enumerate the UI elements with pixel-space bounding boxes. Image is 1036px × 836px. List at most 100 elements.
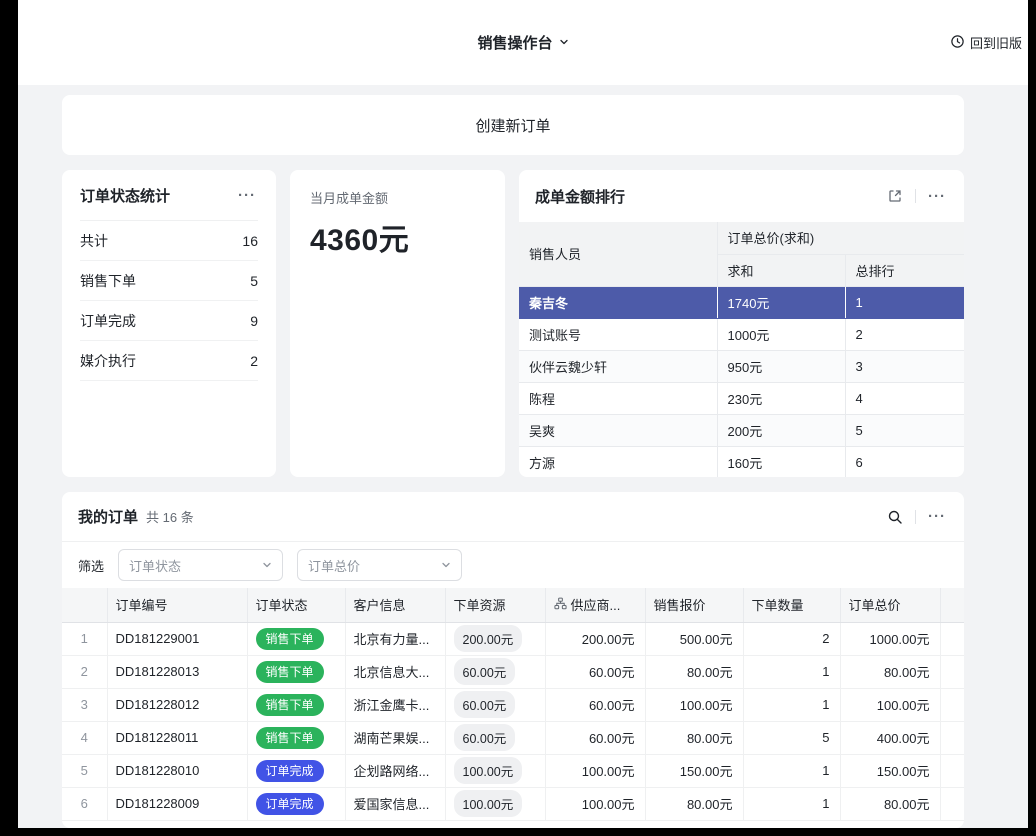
row-number: 1 — [62, 622, 107, 655]
status-row-complete[interactable]: 订单完成 9 — [80, 301, 258, 341]
person-sum: 950元 — [717, 350, 845, 382]
order-status-filter-select[interactable]: 订单状态 — [118, 549, 283, 581]
ranking-row: 秦吉冬 1740元 1 — [519, 286, 964, 318]
table-row[interactable]: 1 DD181229001 销售下单 北京有力量... 200.00元 200.… — [62, 622, 964, 655]
resource-tag: 100.00元 — [454, 757, 523, 784]
quote-cell: 500.00元 — [645, 622, 743, 655]
back-to-old-version-link[interactable]: 回到旧版 — [950, 0, 1022, 85]
orders-table: 订单编号 订单状态 客户信息 下单资源 供应商... — [62, 588, 964, 821]
table-row[interactable]: 4 DD181228011 销售下单 湖南芒果娱... 60.00元 60.00… — [62, 721, 964, 754]
monthly-amount-card: 当月成单金额 4360元 — [290, 170, 505, 477]
supplier-cell: 60.00元 — [545, 721, 645, 754]
main-content: 创建新订单 订单状态统计 ··· 共计 16 销售下单 5 订单完成 — [18, 85, 1028, 828]
filter-row: 筛选 订单状态 订单总价 — [62, 542, 964, 588]
customer-cell: 北京有力量... — [345, 622, 445, 655]
stub-cell — [940, 622, 964, 655]
table-row[interactable]: 5 DD181228010 订单完成 企划路网络... 100.00元 100.… — [62, 754, 964, 787]
more-icon[interactable]: ··· — [926, 507, 948, 526]
person-sum: 160元 — [717, 446, 845, 477]
customer-cell: 北京信息大... — [345, 655, 445, 688]
page-title: 销售操作台 — [477, 32, 552, 53]
row-number-header — [62, 588, 107, 622]
qty-cell: 1 — [743, 787, 840, 820]
ranking-card-title: 成单金额排行 — [535, 186, 625, 207]
quote-cell: 80.00元 — [645, 787, 743, 820]
ranking-row: 测试账号 1000元 2 — [519, 318, 964, 350]
resource-tag: 60.00元 — [454, 724, 516, 751]
status-badge: 销售下单 — [256, 694, 324, 716]
col-resource[interactable]: 下单资源 — [445, 588, 545, 622]
table-row[interactable]: 3 DD181228012 销售下单 浙江金鹰卡... 60.00元 60.00… — [62, 688, 964, 721]
supplier-cell: 60.00元 — [545, 655, 645, 688]
create-order-button[interactable]: 创建新订单 — [62, 95, 964, 155]
col-quote[interactable]: 销售报价 — [645, 588, 743, 622]
order-no: DD181228010 — [107, 754, 247, 787]
table-row[interactable]: 2 DD181228013 销售下单 北京信息大... 60.00元 60.00… — [62, 655, 964, 688]
order-total-filter-select[interactable]: 订单总价 — [297, 549, 462, 581]
order-no: DD181228013 — [107, 655, 247, 688]
order-status-card: 订单状态统计 ··· 共计 16 销售下单 5 订单完成 9 媒介执行 2 — [62, 170, 276, 477]
resource-cell: 100.00元 — [445, 787, 545, 820]
ranking-card-actions: ··· — [885, 186, 948, 206]
search-icon[interactable] — [885, 507, 905, 527]
col-qty[interactable]: 下单数量 — [743, 588, 840, 622]
col-status[interactable]: 订单状态 — [247, 588, 345, 622]
person-name: 陈程 — [519, 382, 717, 414]
status-label: 销售下单 — [80, 271, 136, 291]
open-external-icon[interactable] — [885, 186, 905, 206]
my-orders-card: 我的订单 共 16 条 ··· 筛选 订单状态 — [62, 492, 964, 828]
table-row[interactable]: 6 DD181228009 订单完成 爱国家信息... 100.00元 100.… — [62, 787, 964, 820]
person-rank: 5 — [845, 414, 964, 446]
stats-row: 订单状态统计 ··· 共计 16 销售下单 5 订单完成 9 媒介执行 2 — [62, 170, 964, 477]
status-row-media[interactable]: 媒介执行 2 — [80, 341, 258, 381]
relation-field-icon — [554, 597, 567, 613]
status-value: 2 — [250, 353, 258, 369]
status-cell: 订单完成 — [247, 754, 345, 787]
more-icon[interactable]: ··· — [236, 186, 258, 205]
status-badge: 销售下单 — [256, 727, 324, 749]
person-sum: 1000元 — [717, 318, 845, 350]
resource-tag: 100.00元 — [454, 790, 523, 817]
my-orders-header: 我的订单 共 16 条 ··· — [62, 492, 964, 542]
quote-cell: 100.00元 — [645, 688, 743, 721]
order-status-card-header: 订单状态统计 ··· — [80, 170, 258, 221]
my-orders-count: 共 16 条 — [146, 507, 194, 526]
qty-cell: 1 — [743, 754, 840, 787]
status-label: 媒介执行 — [80, 351, 136, 371]
ranking-row: 陈程 230元 4 — [519, 382, 964, 414]
col-customer[interactable]: 客户信息 — [345, 588, 445, 622]
stub-cell — [940, 721, 964, 754]
status-cell: 销售下单 — [247, 655, 345, 688]
status-label: 共计 — [80, 231, 108, 251]
ranking-row: 吴爽 200元 5 — [519, 414, 964, 446]
order-status-card-title: 订单状态统计 — [80, 185, 170, 206]
more-icon[interactable]: ··· — [926, 187, 948, 206]
qty-cell: 5 — [743, 721, 840, 754]
dashboard-title-dropdown[interactable]: 销售操作台 — [477, 32, 568, 53]
stub-cell — [940, 754, 964, 787]
resource-tag: 60.00元 — [454, 658, 516, 685]
my-orders-actions: ··· — [885, 507, 948, 527]
status-value: 5 — [250, 273, 258, 289]
customer-cell: 湖南芒果娱... — [345, 721, 445, 754]
row-number: 4 — [62, 721, 107, 754]
monthly-amount-value: 4360元 — [310, 215, 485, 259]
resource-cell: 60.00元 — [445, 688, 545, 721]
status-value: 16 — [242, 233, 258, 249]
ranking-col-sum: 求和 — [717, 254, 845, 286]
order-no: DD181228009 — [107, 787, 247, 820]
status-row-total[interactable]: 共计 16 — [80, 221, 258, 261]
ranking-row: 方源 160元 6 — [519, 446, 964, 477]
customer-cell: 企划路网络... — [345, 754, 445, 787]
status-row-sales[interactable]: 销售下单 5 — [80, 261, 258, 301]
supplier-cell: 100.00元 — [545, 787, 645, 820]
divider — [915, 189, 916, 203]
col-order-no[interactable]: 订单编号 — [107, 588, 247, 622]
resource-tag: 200.00元 — [454, 625, 523, 652]
supplier-cell: 60.00元 — [545, 688, 645, 721]
person-sum: 200元 — [717, 414, 845, 446]
col-total[interactable]: 订单总价 — [840, 588, 940, 622]
col-supplier[interactable]: 供应商... — [545, 588, 645, 622]
status-cell: 销售下单 — [247, 622, 345, 655]
person-name: 伙伴云魏少轩 — [519, 350, 717, 382]
